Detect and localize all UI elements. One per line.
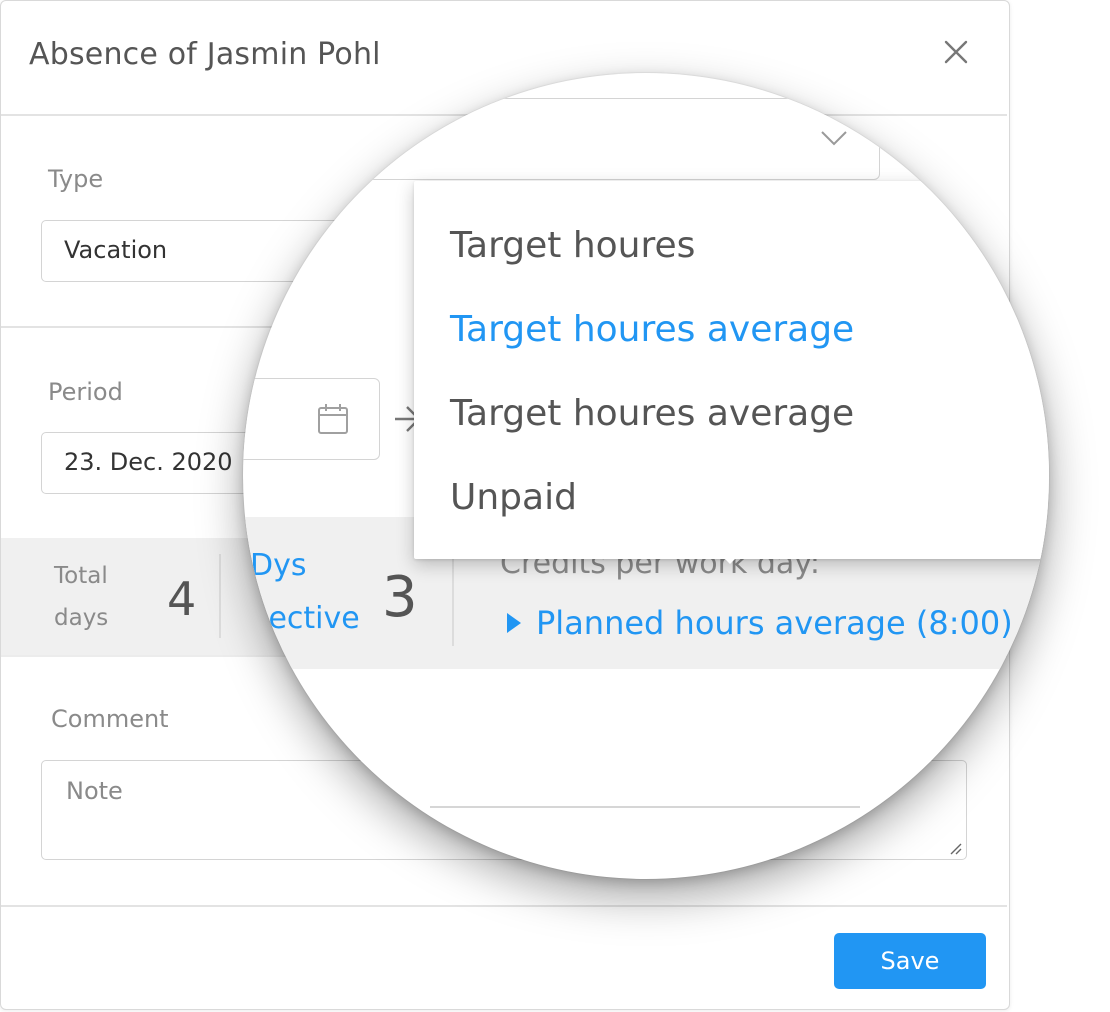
close-icon[interactable] (941, 37, 971, 67)
menu-caret (718, 552, 742, 564)
effective-days-prefix-1: D (250, 548, 274, 583)
total-days-label-line1: Total (54, 563, 108, 589)
credits-value-link[interactable]: Planned hours average (8:00) (536, 604, 1013, 642)
total-days-label: Total days (54, 555, 108, 639)
effective-days-label-line2: eective (250, 601, 360, 636)
total-days-value: 4 (167, 572, 197, 626)
magnified-content: Dys eective 3 Credits per work day: Plan… (243, 73, 1049, 879)
effective-days-value: 3 (382, 565, 418, 630)
credits-dropdown-menu: Target houres Target houres average Targ… (414, 181, 1049, 559)
menu-item-target-houres-average[interactable]: Target houres average (450, 393, 854, 434)
menu-item-unpaid[interactable]: Unpaid (450, 477, 577, 518)
comment-label: Comment (51, 705, 169, 733)
period-label: Period (48, 378, 123, 406)
effective-days-label-1: ys (273, 548, 307, 583)
triangle-right-icon[interactable] (506, 612, 522, 634)
credits-select[interactable] (330, 98, 880, 180)
period-start-field-zoomed[interactable] (243, 378, 380, 460)
effective-days-prefix-2: e (250, 601, 269, 636)
magnifier-lens: Dys eective 3 Credits per work day: Plan… (243, 73, 1049, 879)
total-days-label-line2: days (54, 605, 109, 631)
menu-item-target-houres-average-selected[interactable]: Target houres average (450, 309, 854, 350)
calendar-icon[interactable] (316, 402, 350, 436)
divider (1, 905, 1007, 907)
chevron-down-icon[interactable] (820, 130, 848, 146)
note-placeholder: Note (66, 777, 123, 805)
period-start-value: 23. Dec. 2020 (64, 448, 233, 476)
dialog-title: Absence of Jasmin Pohl (29, 37, 381, 72)
save-button[interactable]: Save (834, 933, 986, 989)
effective-days-label-line1: Dys (250, 548, 307, 583)
comment-field-edge (430, 806, 860, 808)
menu-item-target-houres[interactable]: Target houres (450, 225, 695, 266)
type-label: Type (48, 165, 104, 193)
summary-divider (219, 554, 221, 638)
type-select-value: Vacation (64, 236, 168, 264)
effective-days-label-2: ective (268, 601, 360, 636)
